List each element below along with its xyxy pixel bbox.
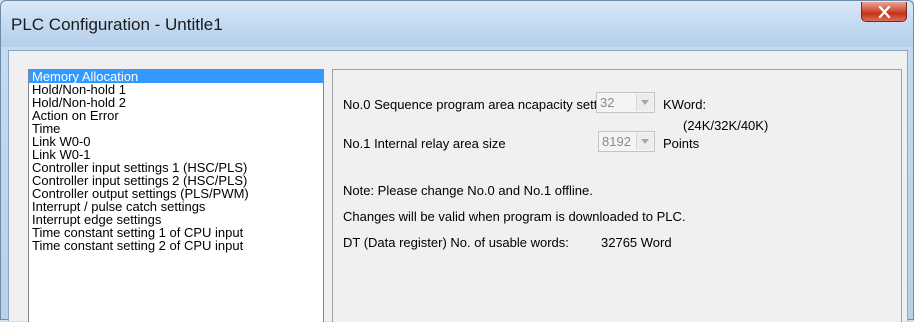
dt-usable-words-value: 32765 Word — [601, 235, 672, 250]
window-title: PLC Configuration - Untitle1 — [11, 15, 223, 34]
sequence-options-hint: (24K/32K/40K) — [683, 118, 769, 133]
internal-relay-area-label: No.1 Internal relay area size — [343, 136, 506, 151]
sequence-capacity-value: 32 — [600, 95, 615, 110]
sequence-capacity-dropdown-arrow[interactable] — [636, 94, 653, 111]
internal-relay-unit-label: Points — [663, 136, 700, 151]
category-list[interactable]: Memory Allocation Hold/Non-hold 1 Hold/N… — [28, 69, 324, 322]
plc-configuration-window: PLC Configuration - Untitle1 Memory Allo… — [0, 0, 914, 322]
note-offline-change: Note: Please change No.0 and No.1 offlin… — [343, 183, 593, 198]
sequence-program-area-label: No.0 Sequence program area ncapacity set… — [343, 97, 615, 112]
list-item-action-on-error[interactable]: Action on Error — [29, 109, 323, 122]
close-icon — [878, 6, 891, 18]
chevron-down-icon — [641, 139, 649, 144]
dialog-client-area: Memory Allocation Hold/Non-hold 1 Hold/N… — [8, 50, 908, 322]
internal-relay-size-select[interactable]: 8192 — [598, 131, 655, 152]
sequence-capacity-select[interactable]: 32 — [596, 92, 655, 113]
list-item-time-constant-2[interactable]: Time constant setting 2 of CPU input — [29, 239, 323, 252]
internal-relay-size-value: 8192 — [602, 134, 631, 149]
chevron-down-icon — [641, 100, 649, 105]
dt-usable-words-label: DT (Data register) No. of usable words: — [343, 235, 569, 250]
settings-panel: No.0 Sequence program area ncapacity set… — [332, 69, 902, 322]
title-bar[interactable]: PLC Configuration - Untitle1 — [1, 1, 913, 47]
internal-relay-dropdown-arrow[interactable] — [636, 133, 653, 150]
close-button[interactable] — [861, 2, 907, 22]
sequence-unit-label: KWord: — [663, 97, 707, 112]
note-valid-on-download: Changes will be valid when program is do… — [343, 209, 686, 224]
